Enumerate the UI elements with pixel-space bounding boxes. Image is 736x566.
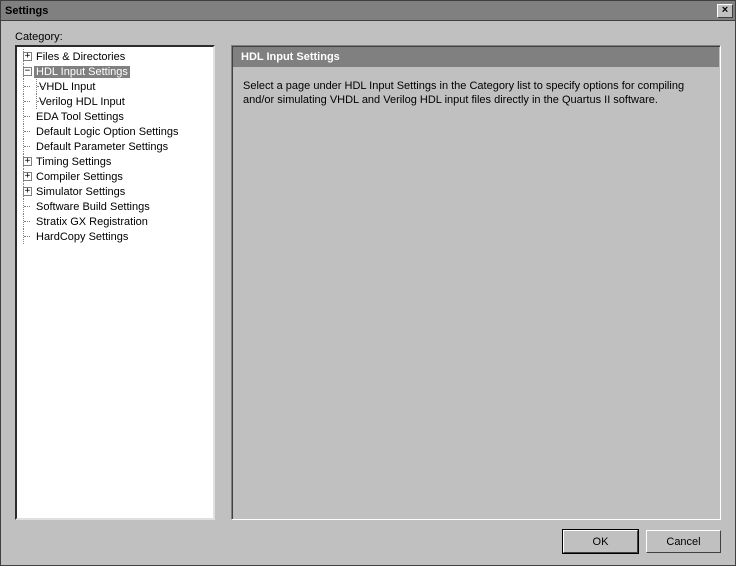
tree-item-eda-tool-settings[interactable]: EDA Tool Settings xyxy=(34,111,126,123)
content-description: Select a page under HDL Input Settings i… xyxy=(233,67,719,120)
tree-item-verilog-hdl-input[interactable]: Verilog HDL Input xyxy=(37,96,127,108)
settings-dialog: Settings × Category: + Files & Directori… xyxy=(0,0,736,566)
category-tree[interactable]: + Files & Directories − HDL Input Settin… xyxy=(15,45,215,520)
dialog-body: Category: + Files & Directories − xyxy=(1,21,735,565)
tree-item-timing-settings[interactable]: Timing Settings xyxy=(34,156,113,168)
tree-item-compiler-settings[interactable]: Compiler Settings xyxy=(34,171,125,183)
category-label: Category: xyxy=(15,31,721,43)
tree-item-default-logic-option[interactable]: Default Logic Option Settings xyxy=(34,126,180,138)
ok-button[interactable]: OK xyxy=(563,530,638,553)
titlebar[interactable]: Settings × xyxy=(1,1,735,21)
tree-item-hardcopy[interactable]: HardCopy Settings xyxy=(34,231,130,243)
columns: + Files & Directories − HDL Input Settin… xyxy=(15,45,721,520)
tree-item-files-directories[interactable]: Files & Directories xyxy=(34,51,127,63)
expand-icon[interactable]: + xyxy=(23,187,32,196)
button-row: OK Cancel xyxy=(15,520,721,553)
expand-icon[interactable]: + xyxy=(23,52,32,61)
content-header: HDL Input Settings xyxy=(233,47,719,67)
tree-item-default-parameter[interactable]: Default Parameter Settings xyxy=(34,141,170,153)
tree-item-hdl-input-settings[interactable]: HDL Input Settings xyxy=(34,66,130,78)
tree-item-software-build[interactable]: Software Build Settings xyxy=(34,201,152,213)
collapse-icon[interactable]: − xyxy=(23,67,32,76)
tree-item-vhdl-input[interactable]: VHDL Input xyxy=(37,81,97,93)
tree-item-simulator-settings[interactable]: Simulator Settings xyxy=(34,186,127,198)
window-title: Settings xyxy=(5,5,717,17)
content-panel: HDL Input Settings Select a page under H… xyxy=(231,45,721,520)
expand-icon[interactable]: + xyxy=(23,157,32,166)
expand-icon[interactable]: + xyxy=(23,172,32,181)
cancel-button[interactable]: Cancel xyxy=(646,530,721,553)
close-button[interactable]: × xyxy=(717,4,733,18)
close-icon: × xyxy=(722,5,728,16)
tree-item-stratix-gx[interactable]: Stratix GX Registration xyxy=(34,216,150,228)
